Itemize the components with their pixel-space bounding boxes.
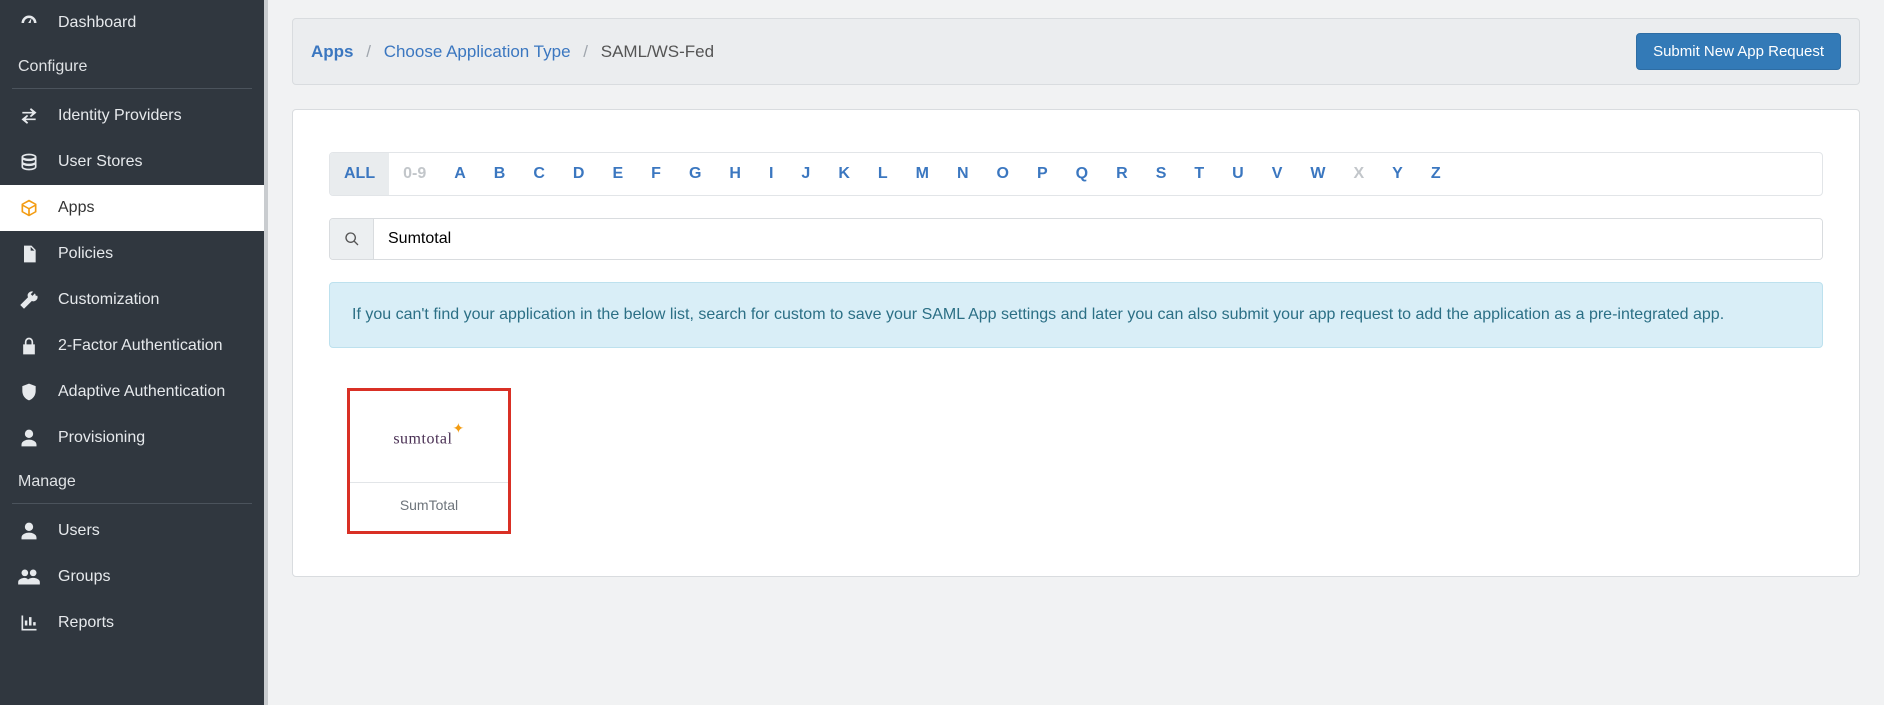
sidebar-item-two-factor[interactable]: 2-Factor Authentication [0, 323, 264, 369]
sidebar-item-users[interactable]: Users [0, 508, 264, 554]
app-logo: sumtotal✦ [350, 391, 508, 483]
sidebar-item-label: Dashboard [58, 14, 136, 32]
sidebar-item-provisioning[interactable]: Provisioning [0, 415, 264, 461]
alpha-y[interactable]: Y [1378, 153, 1417, 195]
alpha-i[interactable]: I [755, 153, 787, 195]
sidebar-item-apps[interactable]: Apps [0, 185, 264, 231]
dashboard-icon [18, 13, 40, 33]
sidebar: Dashboard Configure Identity Providers U… [0, 0, 268, 705]
panel: ALL 0-9 ABCDEFGHIJKLMNOPQRSTUVWXYZ If yo… [292, 109, 1860, 577]
document-icon [18, 244, 40, 264]
breadcrumb-current: SAML/WS-Fed [601, 42, 714, 61]
search-wrap [329, 218, 1823, 260]
alpha-a[interactable]: A [440, 153, 480, 195]
alpha-g[interactable]: G [675, 153, 715, 195]
sumtotal-logo-text: sumtotal✦ [393, 425, 464, 448]
alpha-s[interactable]: S [1142, 153, 1181, 195]
divider [12, 503, 252, 504]
sidebar-item-dashboard[interactable]: Dashboard [0, 0, 264, 46]
alpha-p[interactable]: P [1023, 153, 1062, 195]
divider [12, 88, 252, 89]
breadcrumb-choose-type[interactable]: Choose Application Type [384, 42, 571, 61]
sidebar-item-label: Adaptive Authentication [58, 383, 225, 401]
alpha-o[interactable]: O [983, 153, 1023, 195]
sidebar-item-reports[interactable]: Reports [0, 600, 264, 646]
cube-icon [18, 198, 40, 218]
arrows-icon [18, 106, 40, 126]
alpha-m[interactable]: M [902, 153, 943, 195]
sidebar-item-label: Identity Providers [58, 107, 182, 125]
search-input[interactable] [374, 219, 1822, 259]
sidebar-item-label: User Stores [58, 153, 142, 171]
app-card-title: SumTotal [350, 483, 508, 531]
shield-icon [18, 382, 40, 402]
app-card-sumtotal[interactable]: sumtotal✦ SumTotal [347, 388, 511, 534]
users-icon [18, 567, 40, 587]
header-bar: Apps / Choose Application Type / SAML/WS… [292, 18, 1860, 85]
sidebar-item-adaptive[interactable]: Adaptive Authentication [0, 369, 264, 415]
alpha-all[interactable]: ALL [330, 153, 389, 195]
alpha-q[interactable]: Q [1062, 153, 1102, 195]
alpha-j[interactable]: J [787, 153, 824, 195]
alpha-num: 0-9 [389, 153, 440, 195]
alpha-z[interactable]: Z [1417, 153, 1455, 195]
user-icon [18, 521, 40, 541]
sidebar-item-label: Groups [58, 568, 110, 586]
sidebar-section-manage: Manage [0, 461, 264, 499]
sidebar-item-customization[interactable]: Customization [0, 277, 264, 323]
search-icon [330, 219, 374, 259]
chart-icon [18, 613, 40, 633]
sidebar-item-label: Provisioning [58, 429, 145, 447]
alpha-k[interactable]: K [824, 153, 864, 195]
breadcrumb: Apps / Choose Application Type / SAML/WS… [311, 42, 714, 62]
alpha-f[interactable]: F [637, 153, 675, 195]
sidebar-item-policies[interactable]: Policies [0, 231, 264, 277]
alpha-h[interactable]: H [715, 153, 755, 195]
alpha-x: X [1339, 153, 1378, 195]
results-grid: sumtotal✦ SumTotal [329, 388, 1823, 534]
sidebar-item-label: Policies [58, 245, 113, 263]
sidebar-item-label: Apps [58, 199, 94, 217]
alpha-n[interactable]: N [943, 153, 983, 195]
alpha-e[interactable]: E [598, 153, 637, 195]
lock-icon [18, 336, 40, 356]
sidebar-item-user-stores[interactable]: User Stores [0, 139, 264, 185]
sidebar-item-identity-providers[interactable]: Identity Providers [0, 93, 264, 139]
content-area: Apps / Choose Application Type / SAML/WS… [268, 0, 1884, 705]
alpha-filter: ALL 0-9 ABCDEFGHIJKLMNOPQRSTUVWXYZ [329, 152, 1823, 196]
breadcrumb-sep: / [366, 42, 371, 61]
sidebar-item-label: Customization [58, 291, 159, 309]
breadcrumb-apps[interactable]: Apps [311, 42, 354, 61]
sidebar-item-label: 2-Factor Authentication [58, 337, 223, 355]
alpha-r[interactable]: R [1102, 153, 1142, 195]
alpha-l[interactable]: L [864, 153, 902, 195]
sidebar-section-configure: Configure [0, 46, 264, 84]
alpha-t[interactable]: T [1180, 153, 1218, 195]
database-icon [18, 152, 40, 172]
sidebar-item-label: Users [58, 522, 100, 540]
alpha-v[interactable]: V [1258, 153, 1297, 195]
breadcrumb-sep: / [583, 42, 588, 61]
info-alert: If you can't find your application in th… [329, 282, 1823, 348]
alpha-u[interactable]: U [1218, 153, 1258, 195]
alpha-c[interactable]: C [519, 153, 559, 195]
wrench-icon [18, 290, 40, 310]
user-icon [18, 428, 40, 448]
alpha-w[interactable]: W [1296, 153, 1339, 195]
sidebar-item-label: Reports [58, 614, 114, 632]
alpha-b[interactable]: B [480, 153, 520, 195]
alpha-d[interactable]: D [559, 153, 599, 195]
submit-app-request-button[interactable]: Submit New App Request [1636, 33, 1841, 70]
sidebar-item-groups[interactable]: Groups [0, 554, 264, 600]
